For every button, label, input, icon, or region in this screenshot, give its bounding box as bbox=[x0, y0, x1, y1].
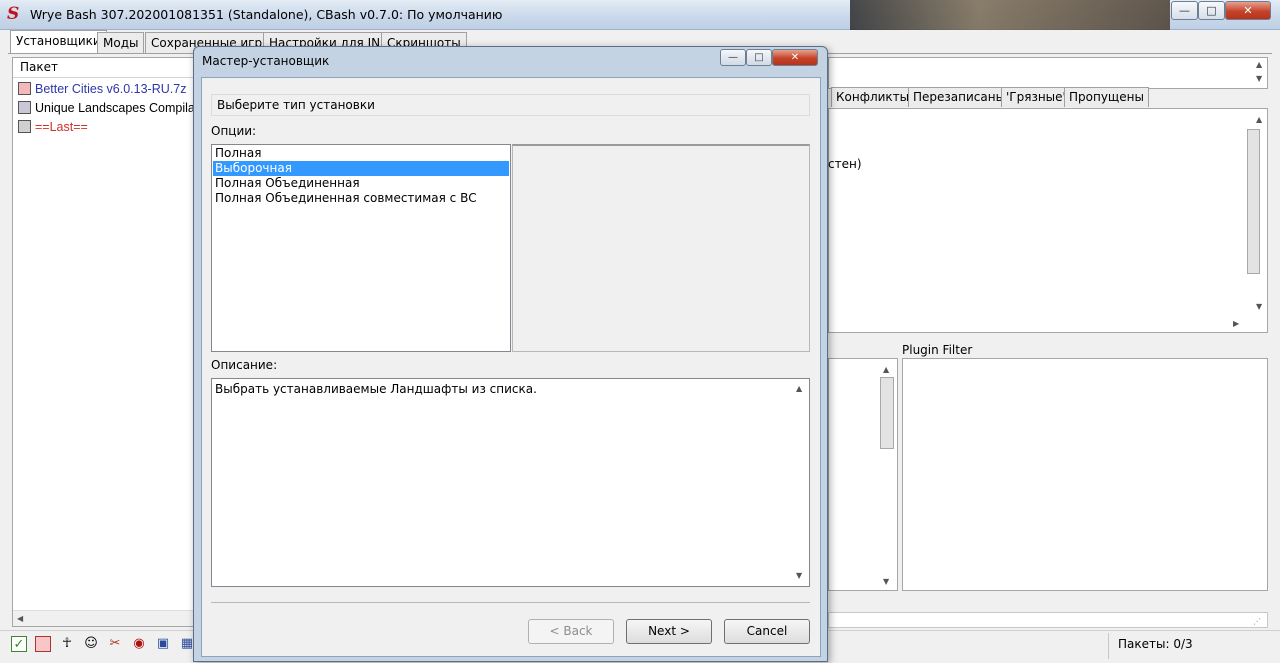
options-label: Опции: bbox=[211, 124, 257, 138]
package-status-icon bbox=[18, 120, 31, 133]
package-name: Better Cities v6.0.13-RU.7z bbox=[35, 82, 187, 96]
tab-skipped[interactable]: Пропущены bbox=[1064, 87, 1149, 107]
resize-grip-icon[interactable]: ⋰ bbox=[1253, 617, 1267, 627]
plugin-filter-list[interactable] bbox=[902, 358, 1268, 591]
scroll-up-icon[interactable]: ▲ bbox=[796, 384, 802, 394]
plugin-filter-label: Plugin Filter bbox=[902, 343, 973, 357]
dialog-title: Мастер-установщик bbox=[202, 54, 330, 68]
dialog-close-button[interactable]: ✕ bbox=[772, 49, 818, 66]
sub-package-list[interactable]: ▲ ▼ bbox=[828, 358, 898, 591]
package-name: Unique Landscapes Compila bbox=[35, 101, 195, 115]
tab-installers[interactable]: Установщики bbox=[10, 30, 107, 54]
package-column-header[interactable]: Пакет bbox=[13, 58, 197, 78]
color-box-icon[interactable] bbox=[35, 636, 51, 652]
tab-overwritten[interactable]: Перезаписаны bbox=[908, 87, 1011, 107]
package-item[interactable]: ==Last== bbox=[18, 118, 88, 136]
scroll-down-icon[interactable]: ▼ bbox=[1256, 302, 1262, 312]
conflicts-partial-text: стен) bbox=[828, 157, 862, 171]
tab-conflicts[interactable]: Конфликты bbox=[831, 87, 915, 107]
package-item[interactable]: Unique Landscapes Compila bbox=[18, 99, 195, 117]
checkbox-icon[interactable]: ✓ bbox=[11, 636, 27, 652]
description-label: Описание: bbox=[211, 358, 278, 372]
scroll-down-icon[interactable]: ▼ bbox=[1256, 74, 1262, 84]
package-info-field[interactable]: ▲ ▼ bbox=[828, 57, 1268, 89]
window-title: Wrye Bash 307.202001081351 (Standalone),… bbox=[30, 7, 503, 22]
vscroll-thumb[interactable] bbox=[1247, 129, 1260, 274]
dialog-minimize-button[interactable]: — bbox=[720, 49, 746, 66]
option-item-selected[interactable]: Выборочная bbox=[213, 161, 509, 176]
close-button[interactable]: ✕ bbox=[1225, 1, 1271, 20]
tools-icon[interactable]: ✂ bbox=[107, 636, 123, 652]
boss-icon[interactable]: ▣ bbox=[155, 636, 171, 652]
package-name: ==Last== bbox=[35, 120, 88, 134]
back-button[interactable]: < Back bbox=[528, 619, 614, 644]
option-item[interactable]: Полная bbox=[213, 146, 509, 161]
minimize-button[interactable]: — bbox=[1171, 1, 1198, 20]
scroll-down-icon[interactable]: ▼ bbox=[883, 577, 889, 587]
package-status-icon bbox=[18, 101, 31, 114]
cancel-button[interactable]: Cancel bbox=[724, 619, 810, 644]
option-item[interactable]: Полная Объединенная bbox=[213, 176, 509, 191]
vscroll-thumb[interactable] bbox=[880, 377, 894, 449]
dialog-maximize-button[interactable]: □ bbox=[746, 49, 772, 66]
person-icon[interactable]: ☺ bbox=[83, 636, 99, 652]
install-type-prompt: Выберите тип установки bbox=[211, 94, 810, 116]
package-item[interactable]: Better Cities v6.0.13-RU.7z bbox=[18, 80, 186, 98]
description-box[interactable]: ▲ ▼ bbox=[211, 378, 810, 587]
scroll-right-icon[interactable]: ▶ bbox=[1233, 319, 1239, 329]
conflicts-text-area[interactable]: ▲ ▼ ▶ bbox=[828, 108, 1268, 333]
description-text: Выбрать устанавливаемые Ландшафты из спи… bbox=[215, 382, 537, 396]
comments-field[interactable] bbox=[828, 612, 1268, 628]
tab-dirty[interactable]: 'Грязные' bbox=[1001, 87, 1071, 107]
dialog-divider bbox=[211, 602, 810, 603]
scroll-up-icon[interactable]: ▲ bbox=[1256, 115, 1262, 125]
oblivion-icon[interactable]: ☥ bbox=[59, 636, 75, 652]
status-separator bbox=[1108, 633, 1109, 659]
package-list[interactable] bbox=[12, 57, 197, 627]
target-icon[interactable]: ◉ bbox=[131, 636, 147, 652]
tab-mods[interactable]: Моды bbox=[97, 32, 145, 53]
scroll-down-icon[interactable]: ▼ bbox=[796, 571, 802, 581]
next-button[interactable]: Next > bbox=[626, 619, 712, 644]
wrye-bash-app-icon: S bbox=[7, 4, 20, 24]
scroll-left-icon[interactable]: ◀ bbox=[17, 614, 23, 624]
scroll-up-icon[interactable]: ▲ bbox=[883, 365, 889, 375]
title-bar-background-image bbox=[850, 0, 1170, 30]
packages-count: Пакеты: 0/3 bbox=[1118, 637, 1193, 651]
option-image-preview bbox=[512, 144, 810, 352]
package-status-icon bbox=[18, 82, 31, 95]
scroll-up-icon[interactable]: ▲ bbox=[1256, 60, 1262, 70]
option-item[interactable]: Полная Объединенная совместимая с ВС bbox=[213, 191, 509, 206]
package-list-hscrollbar[interactable]: ◀ bbox=[13, 610, 197, 626]
maximize-button[interactable]: □ bbox=[1198, 1, 1225, 20]
